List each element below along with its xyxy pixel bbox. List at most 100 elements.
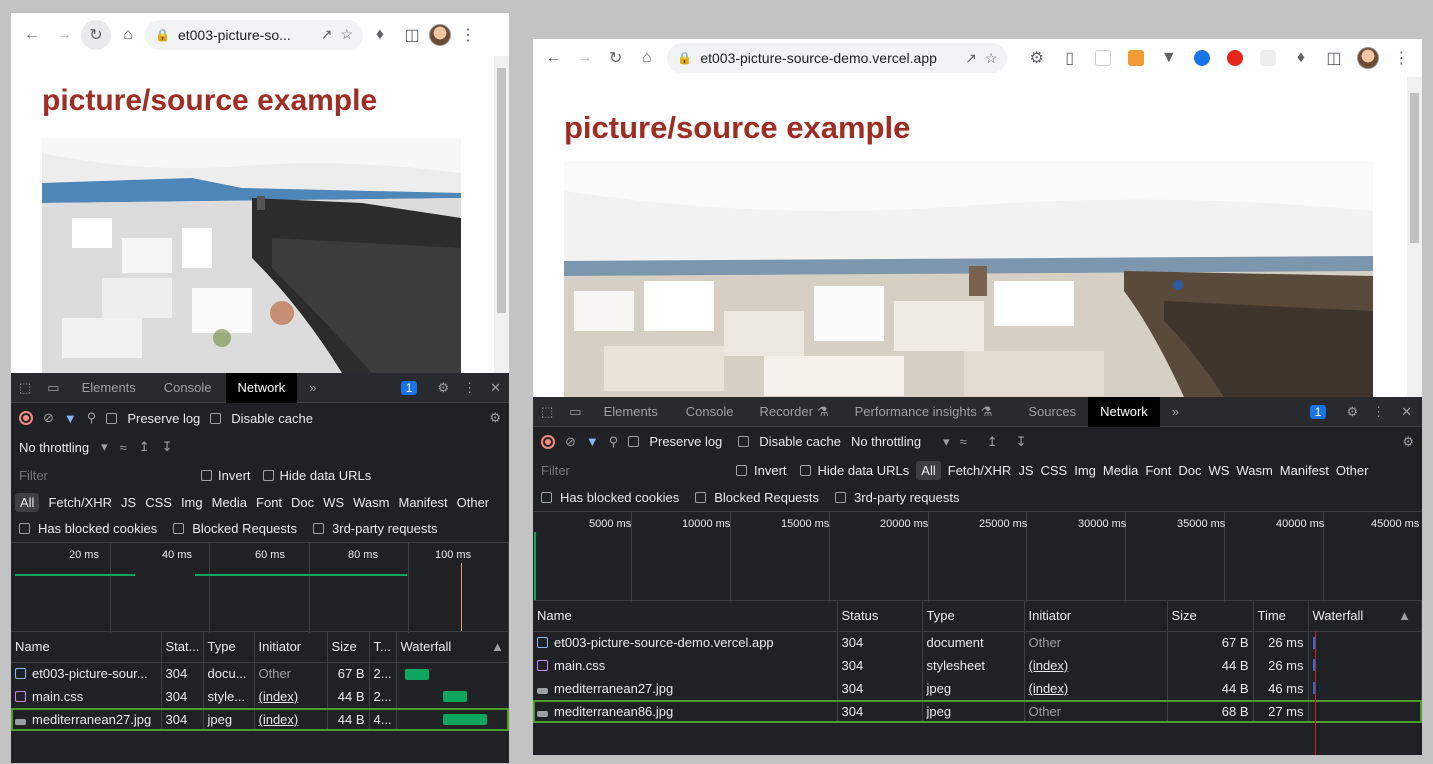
tab-network[interactable]: Network [1088, 396, 1160, 427]
filter-fetch-xhr[interactable]: Fetch/XHR [48, 495, 112, 510]
forward-icon[interactable]: → [49, 20, 79, 50]
filter-manifest[interactable]: Manifest [398, 495, 447, 510]
more-tabs-icon[interactable]: » [1160, 397, 1191, 427]
blocked-requests-checkbox[interactable] [695, 492, 707, 503]
has-blocked-cookies-checkbox[interactable] [541, 492, 552, 503]
back-icon[interactable]: ← [17, 20, 47, 50]
import-har-icon[interactable]: ↥ [987, 434, 998, 450]
tab-sources[interactable]: Sources [1016, 397, 1088, 427]
filter-wasm[interactable]: Wasm [353, 495, 389, 510]
col-initiator[interactable]: Initiator [254, 632, 328, 663]
chevron-down-icon[interactable]: ▾ [101, 439, 108, 455]
network-settings-icon[interactable]: ⚙ [1402, 434, 1414, 450]
third-party-checkbox[interactable] [835, 492, 847, 503]
throttling-select[interactable]: No throttling [851, 434, 921, 449]
clear-icon[interactable]: ⊘ [565, 434, 576, 450]
throttling-select[interactable]: No throttling [19, 440, 89, 455]
tab-elements[interactable]: Elements [590, 397, 672, 427]
extension-page-icon[interactable] [1087, 43, 1118, 73]
chevron-down-icon[interactable]: ▾ [943, 434, 950, 450]
table-row[interactable]: main.css 304 stylesheet (index) 44 B 26 … [533, 654, 1422, 677]
clear-icon[interactable]: ⊘ [43, 410, 54, 426]
tab-console[interactable]: Console [672, 397, 748, 427]
reload-icon[interactable]: ↻ [81, 19, 111, 50]
tab-network[interactable]: Network [225, 372, 298, 403]
col-size[interactable]: Size [327, 632, 370, 663]
table-row[interactable]: main.css 304 style... (index) 44 B 2... [11, 685, 509, 708]
table-row[interactable]: et003-picture-source-demo.vercel.app 304… [533, 631, 1422, 654]
settings-gear-icon[interactable]: ⚙ [429, 373, 457, 403]
request-initiator[interactable]: (index) [254, 685, 328, 708]
filter-input[interactable] [537, 460, 719, 480]
filter-wasm[interactable]: Wasm [1236, 463, 1272, 478]
device-toolbar-icon[interactable]: ▭ [561, 397, 589, 427]
blocked-requests-checkbox[interactable] [173, 523, 185, 534]
network-conditions-icon[interactable]: ≈ [120, 440, 127, 455]
tab-console[interactable]: Console [150, 373, 226, 403]
extension-blue-icon[interactable] [1186, 43, 1217, 73]
forward-icon[interactable]: → [570, 43, 599, 73]
col-status[interactable]: Stat... [161, 632, 204, 663]
has-blocked-cookies-checkbox[interactable] [19, 523, 30, 534]
filter-img[interactable]: Img [1074, 463, 1096, 478]
filter-other[interactable]: Other [457, 495, 490, 510]
bookmark-star-icon[interactable]: ☆ [985, 50, 998, 67]
export-har-icon[interactable]: ↧ [162, 439, 173, 455]
filter-all[interactable]: All [15, 492, 40, 512]
avatar[interactable] [1357, 47, 1379, 69]
filter-js[interactable]: JS [121, 495, 136, 510]
table-row[interactable]: mediterranean86.jpg 304 jpeg Other 68 B … [533, 700, 1422, 723]
table-row[interactable]: mediterranean27.jpg 304 jpeg (index) 44 … [11, 708, 509, 731]
share-icon[interactable]: ↗ [321, 26, 333, 43]
filter-media[interactable]: Media [212, 495, 247, 510]
side-panel-icon[interactable]: ◫ [397, 20, 427, 50]
filter-funnel-icon[interactable]: ▼ [64, 411, 77, 426]
filter-doc[interactable]: Doc [1178, 463, 1201, 478]
col-waterfall[interactable]: Waterfall ▲ [1308, 601, 1422, 632]
hide-data-urls-checkbox[interactable] [799, 464, 811, 476]
more-tabs-icon[interactable]: » [297, 373, 328, 403]
col-type[interactable]: Type [922, 601, 1025, 632]
filter-media[interactable]: Media [1103, 463, 1138, 478]
invert-checkbox[interactable] [201, 469, 212, 481]
menu-icon[interactable]: ⋮ [453, 20, 483, 50]
close-devtools-icon[interactable]: ✕ [1391, 397, 1422, 427]
request-initiator[interactable]: (index) [1024, 654, 1168, 677]
table-row[interactable]: et003-picture-sour... 304 docu... Other … [11, 662, 509, 685]
filter-funnel-icon[interactable]: ▼ [586, 434, 599, 449]
col-waterfall[interactable]: Waterfall ▲ [396, 632, 509, 663]
col-status[interactable]: Status [837, 601, 923, 632]
invert-checkbox[interactable] [736, 464, 747, 476]
avatar[interactable] [429, 23, 451, 46]
tab-recorder[interactable]: Recorder [748, 397, 817, 427]
extension-v-icon[interactable]: ▼ [1153, 43, 1184, 73]
share-icon[interactable]: ↗ [965, 50, 977, 67]
col-name[interactable]: Name [11, 632, 162, 663]
export-har-icon[interactable]: ↧ [1016, 434, 1027, 450]
record-icon[interactable] [541, 434, 555, 449]
col-initiator[interactable]: Initiator [1024, 601, 1168, 632]
settings-gear-icon[interactable]: ⚙ [1338, 397, 1366, 427]
filter-js[interactable]: JS [1018, 463, 1033, 478]
devtools-menu-icon[interactable]: ⋮ [1366, 397, 1391, 427]
timeline-overview[interactable]: 5000 ms 10000 ms 15000 ms 20000 ms 25000… [533, 511, 1422, 602]
hide-data-urls-checkbox[interactable] [262, 469, 274, 481]
filter-css[interactable]: CSS [1041, 463, 1068, 478]
col-time[interactable]: T... [369, 632, 397, 663]
rss-icon[interactable] [1120, 43, 1151, 73]
filter-font[interactable]: Font [256, 495, 282, 510]
filter-font[interactable]: Font [1145, 463, 1171, 478]
filter-img[interactable]: Img [181, 495, 203, 510]
side-panel-icon[interactable]: ◫ [1318, 43, 1349, 73]
close-devtools-icon[interactable]: ✕ [482, 373, 509, 403]
disable-cache-checkbox[interactable] [738, 436, 750, 447]
extensions-icon[interactable]: ♦ [1285, 43, 1316, 73]
import-har-icon[interactable]: ↥ [139, 439, 150, 455]
back-icon[interactable]: ← [539, 43, 568, 73]
search-icon[interactable]: ⚲ [87, 410, 97, 426]
reload-icon[interactable]: ↻ [601, 43, 630, 73]
col-type[interactable]: Type [203, 632, 255, 663]
address-bar[interactable]: 🔒 et003-picture-so... ↗ ☆ [145, 19, 363, 50]
filter-fetch-xhr[interactable]: Fetch/XHR [948, 463, 1012, 478]
tab-elements[interactable]: Elements [68, 373, 150, 403]
